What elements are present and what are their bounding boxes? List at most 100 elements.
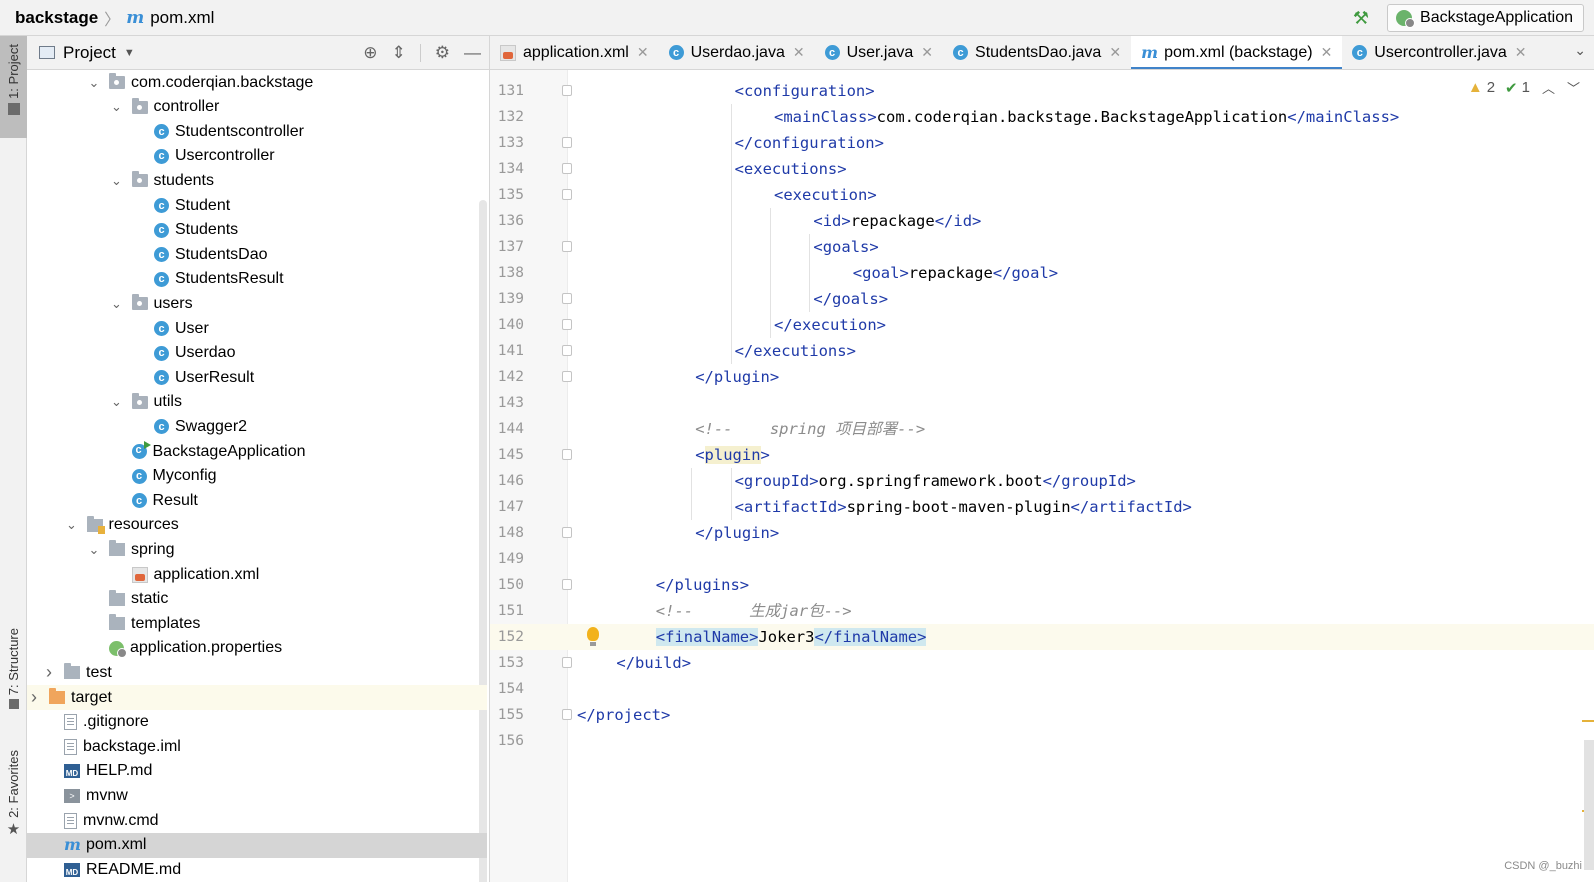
lightbulb-icon[interactable] <box>587 627 599 646</box>
chevron-down-icon[interactable]: ⌄ <box>87 75 101 91</box>
tree-item[interactable]: ⌄ controller <box>27 95 487 120</box>
tree-item[interactable]: ›BackstageApplication <box>27 439 487 464</box>
build-hammer-icon[interactable]: ⚒ <box>1353 8 1369 29</box>
tree-item[interactable]: ⌄ spring <box>27 537 487 562</box>
tree-item[interactable]: ›templates <box>27 611 487 636</box>
close-icon[interactable]: ✕ <box>793 44 805 61</box>
tree-item[interactable]: ⌄ utils <box>27 390 487 415</box>
breadcrumb-file[interactable]: pom.xml <box>150 8 214 28</box>
tree-item[interactable]: ⌄ resources <box>27 513 487 538</box>
fold-marker-icon[interactable] <box>562 527 572 538</box>
fold-marker-icon[interactable] <box>562 657 572 668</box>
chevron-down-icon[interactable]: ⌄ <box>87 542 101 558</box>
fold-marker-icon[interactable] <box>562 293 572 304</box>
tree-item[interactable]: ›Usercontroller <box>27 144 487 169</box>
code-line[interactable]: 140 </execution> <box>490 312 1594 338</box>
code-line[interactable]: 132 <mainClass>com.coderqian.backstage.Ba… <box>490 104 1594 130</box>
close-icon[interactable]: ✕ <box>1321 44 1333 61</box>
fold-marker-icon[interactable] <box>562 189 572 200</box>
code-line[interactable]: 137 <goals> <box>490 234 1594 260</box>
code-line[interactable]: 152 <finalName>Joker3</finalName> <box>490 624 1594 650</box>
tree-item[interactable]: ›StudentsDao <box>27 242 487 267</box>
minimize-icon[interactable]: — <box>464 43 481 63</box>
structure-tool-tab[interactable]: 7: Structure <box>0 628 27 728</box>
chevron-down-icon[interactable]: ⌄ <box>110 173 124 189</box>
tree-item[interactable]: ›User <box>27 316 487 341</box>
editor-tab[interactable]: StudentsDao.java ✕ <box>943 36 1131 69</box>
run-configuration-selector[interactable]: BackstageApplication <box>1387 4 1584 32</box>
code-line[interactable]: 144 <!-- spring 项目部署--> <box>490 416 1594 442</box>
gear-icon[interactable]: ⚙ <box>435 43 450 63</box>
project-panel-title[interactable]: Project <box>63 43 116 63</box>
fold-marker-icon[interactable] <box>562 371 572 382</box>
code-editor[interactable]: ▲ 2 ✔ 1 ︿ ﹀ 131 <configuration> 132 <mainCl… <box>489 70 1594 882</box>
chevron-down-icon[interactable]: ⌄ <box>110 99 124 115</box>
project-tool-tab[interactable]: 1: Project <box>0 36 27 138</box>
code-line[interactable]: 143 <box>490 390 1594 416</box>
tree-item[interactable]: ›pom.xml <box>27 832 487 858</box>
code-line[interactable]: 155 </project> <box>490 702 1594 728</box>
code-line[interactable]: 145 <plugin> <box>490 442 1594 468</box>
code-line[interactable]: 138 <goal>repackage</goal> <box>490 260 1594 286</box>
tree-item[interactable]: ›StudentsResult <box>27 267 487 292</box>
editor-tab[interactable]: pom.xml (backstage) ✕ <box>1131 36 1343 69</box>
editor-tab[interactable]: application.xml ✕ <box>490 36 659 69</box>
tree-item[interactable]: ›README.md <box>27 857 487 882</box>
tab-list-chevron-icon[interactable]: ⌄ <box>1574 42 1586 59</box>
chevron-down-icon[interactable]: ⌄ <box>110 296 124 312</box>
fold-marker-icon[interactable] <box>562 319 572 330</box>
code-line[interactable]: 134 <executions> <box>490 156 1594 182</box>
code-line[interactable]: 139 </goals> <box>490 286 1594 312</box>
fold-marker-icon[interactable] <box>562 163 572 174</box>
breadcrumb-root[interactable]: backstage <box>15 8 98 28</box>
tree-item[interactable]: ›backstage.iml <box>27 734 487 759</box>
code-line[interactable]: 148 </plugin> <box>490 520 1594 546</box>
tree-item[interactable]: ›Userdao <box>27 341 487 366</box>
code-line[interactable]: 136 <id>repackage</id> <box>490 208 1594 234</box>
fold-marker-icon[interactable] <box>562 709 572 720</box>
fold-marker-icon[interactable] <box>562 579 572 590</box>
tree-item[interactable]: ›Student <box>27 193 487 218</box>
code-line[interactable]: 156 <box>490 728 1594 754</box>
chevron-down-icon[interactable]: ⌄ <box>110 394 124 410</box>
close-icon[interactable]: ✕ <box>921 44 933 61</box>
tree-item[interactable]: ⌄ users <box>27 291 487 316</box>
tree-item[interactable]: ›application.xml <box>27 562 487 587</box>
tree-item[interactable]: ›.gitignore <box>27 710 487 735</box>
fold-marker-icon[interactable] <box>562 345 572 356</box>
code-line[interactable]: 135 <execution> <box>490 182 1594 208</box>
tree-item[interactable]: ⌄ com.coderqian.backstage <box>27 70 487 95</box>
locate-target-icon[interactable]: ⊕ <box>363 43 377 63</box>
tree-item[interactable]: › target <box>27 685 487 710</box>
code-line[interactable]: 133 </configuration> <box>490 130 1594 156</box>
tree-item[interactable]: ⌄ students <box>27 168 487 193</box>
tree-item[interactable]: ›application.properties <box>27 636 487 661</box>
tree-item[interactable]: › test <box>27 660 487 685</box>
chevron-down-icon[interactable]: ⌄ <box>65 517 79 533</box>
editor-tab[interactable]: Usercontroller.java ✕ <box>1342 36 1536 69</box>
fold-marker-icon[interactable] <box>562 85 572 96</box>
code-line[interactable]: 146 <groupId>org.springframework.boot</gr… <box>490 468 1594 494</box>
tree-item[interactable]: ›mvnw.cmd <box>27 808 487 833</box>
tree-item[interactable]: ›Students <box>27 218 487 243</box>
tree-item[interactable]: ›Studentscontroller <box>27 119 487 144</box>
editor-tab[interactable]: User.java ✕ <box>815 36 943 69</box>
code-line[interactable]: 154 <box>490 676 1594 702</box>
code-line[interactable]: 153 </build> <box>490 650 1594 676</box>
chevron-right-icon[interactable]: › <box>42 662 56 683</box>
code-line[interactable]: 131 <configuration> <box>490 78 1594 104</box>
tree-item[interactable]: ›HELP.md <box>27 759 487 784</box>
tree-item[interactable]: ›Myconfig <box>27 464 487 489</box>
tree-item[interactable]: ›UserResult <box>27 365 487 390</box>
tree-item[interactable]: ›Result <box>27 488 487 513</box>
tree-item[interactable]: ›mvnw <box>27 783 487 808</box>
code-line[interactable]: 149 <box>490 546 1594 572</box>
chevron-down-icon[interactable]: ▼ <box>124 47 135 59</box>
fold-marker-icon[interactable] <box>562 241 572 252</box>
editor-scrollbar[interactable] <box>1584 740 1594 870</box>
code-line[interactable]: 141 </executions> <box>490 338 1594 364</box>
tree-item[interactable]: ›Swagger2 <box>27 414 487 439</box>
project-tree[interactable]: ⌄com.coderqian.backstage⌄controller›Stud… <box>27 70 489 882</box>
fold-marker-icon[interactable] <box>562 449 572 460</box>
code-line[interactable]: 150 </plugins> <box>490 572 1594 598</box>
